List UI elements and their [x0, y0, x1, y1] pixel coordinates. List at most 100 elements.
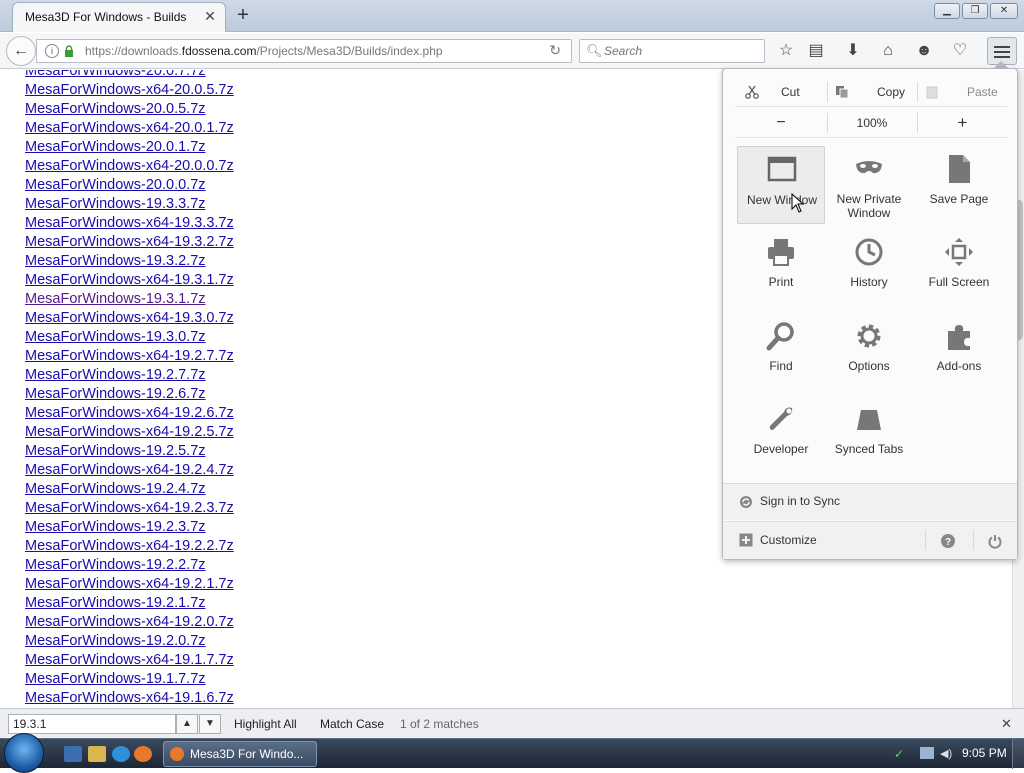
download-link[interactable]: MesaForWindows-x64-20.0.5.7z: [25, 81, 234, 100]
download-link[interactable]: MesaForWindows-x64-20.0.1.7z: [25, 119, 234, 138]
download-link[interactable]: MesaForWindows-x64-19.2.5.7z: [25, 423, 234, 442]
download-link[interactable]: MesaForWindows-x64-19.2.6.7z: [25, 404, 234, 423]
download-link[interactable]: MesaForWindows-x64-19.3.2.7z: [25, 233, 234, 252]
help-icon[interactable]: ?: [940, 533, 956, 549]
zoom-reset-button[interactable]: 100%: [828, 108, 916, 138]
menu-item-label: New Window: [746, 193, 818, 207]
download-link[interactable]: MesaForWindows-20.0.0.7z: [25, 176, 234, 195]
tab-close-icon[interactable]: ✕: [203, 9, 217, 23]
bookmark-star-icon[interactable]: ☆: [776, 41, 796, 61]
download-link[interactable]: MesaForWindows-19.3.0.7z: [25, 328, 234, 347]
download-link[interactable]: MesaForWindows-x64-19.3.1.7z: [25, 271, 234, 290]
tab-mesa3d[interactable]: Mesa3D For Windows - Builds ✕: [12, 2, 226, 32]
url-text[interactable]: https://downloads.fdossena.com/Projects/…: [85, 44, 443, 58]
windows-taskbar: Mesa3D For Windo... ✓ ◀) 9:05 PM: [0, 733, 1024, 773]
download-link[interactable]: MesaForWindows-20.0.1.7z: [25, 138, 234, 157]
menu-item-history[interactable]: History: [825, 229, 913, 307]
download-link[interactable]: MesaForWindows-x64-19.2.0.7z: [25, 613, 234, 632]
download-link[interactable]: MesaForWindows-19.2.3.7z: [25, 518, 234, 537]
back-button[interactable]: ←: [6, 36, 36, 66]
puzzle-icon: [948, 325, 970, 350]
info-icon[interactable]: i: [45, 44, 59, 58]
download-link[interactable]: MesaForWindows-x64-19.3.0.7z: [25, 309, 234, 328]
download-link[interactable]: MesaForWindows-x64-19.2.1.7z: [25, 575, 234, 594]
find-next-button[interactable]: ▼: [199, 714, 221, 734]
tab-strip: Mesa3D For Windows - Builds ✕ + ▁ ❐ ✕: [0, 0, 1024, 32]
system-clock[interactable]: 9:05 PM: [962, 746, 1007, 760]
gear-icon: [857, 324, 881, 348]
download-link[interactable]: MesaForWindows-x64-19.1.6.7z: [25, 689, 234, 708]
download-link[interactable]: MesaForWindows-19.1.7.7z: [25, 670, 234, 689]
download-link[interactable]: MesaForWindows-x64-19.2.3.7z: [25, 499, 234, 518]
match-case-toggle[interactable]: Match Case: [320, 717, 384, 731]
search-input[interactable]: [604, 43, 754, 59]
hello-icon[interactable]: ☻: [914, 41, 934, 61]
window-close-button[interactable]: ✕: [990, 3, 1018, 19]
zoom-in-button[interactable]: +: [918, 108, 1007, 138]
explorer-icon[interactable]: [88, 746, 106, 762]
volume-icon[interactable]: ◀): [940, 747, 954, 760]
network-icon[interactable]: [920, 747, 934, 759]
copy-icon: [836, 86, 849, 99]
find-input[interactable]: [8, 714, 176, 734]
cut-button[interactable]: Cut: [781, 77, 800, 107]
sign-in-to-sync-button[interactable]: Sign in to Sync: [723, 484, 1017, 520]
download-link[interactable]: MesaForWindows-19.2.6.7z: [25, 385, 234, 404]
download-link[interactable]: MesaForWindows-x64-19.2.7.7z: [25, 347, 234, 366]
new-tab-button[interactable]: +: [233, 5, 253, 25]
menu-item-options[interactable]: Options: [825, 313, 913, 391]
download-link[interactable]: MesaForWindows-19.2.5.7z: [25, 442, 234, 461]
customize-button[interactable]: Customize: [723, 522, 923, 559]
find-bar: ▲ ▼ Highlight All Match Case 1 of 2 matc…: [0, 708, 1024, 738]
download-link[interactable]: MesaForWindows-x64-19.2.4.7z: [25, 461, 234, 480]
download-link[interactable]: MesaForWindows-19.3.3.7z: [25, 195, 234, 214]
url-bar[interactable]: i https://downloads.fdossena.com/Project…: [36, 39, 572, 63]
show-desktop-button[interactable]: [1012, 739, 1024, 769]
download-link[interactable]: MesaForWindows-x64-20.0.0.7z: [25, 157, 234, 176]
show-desktop-quick-icon[interactable]: [64, 746, 82, 762]
taskbar-firefox-window[interactable]: Mesa3D For Windo...: [163, 741, 317, 767]
paste-button[interactable]: Paste: [967, 77, 998, 107]
download-link[interactable]: MesaForWindows-19.2.2.7z: [25, 556, 234, 575]
menu-item-print[interactable]: Print: [737, 229, 825, 307]
start-button[interactable]: [4, 733, 44, 773]
download-link[interactable]: MesaForWindows-19.2.7.7z: [25, 366, 234, 385]
download-link[interactable]: MesaForWindows-x64-19.2.2.7z: [25, 537, 234, 556]
download-link[interactable]: MesaForWindows-20.0.7.7z: [25, 70, 234, 81]
window-restore-button[interactable]: ❐: [962, 3, 988, 19]
copy-button[interactable]: Copy: [877, 77, 905, 107]
internet-explorer-icon[interactable]: [112, 746, 130, 762]
download-link[interactable]: MesaForWindows-19.3.2.7z: [25, 252, 234, 271]
find-previous-button[interactable]: ▲: [176, 714, 198, 734]
menu-item-new-private-window[interactable]: New Private Window: [825, 146, 913, 224]
bookmarks-list-icon[interactable]: ▤: [806, 41, 826, 61]
download-link[interactable]: MesaForWindows-x64-19.1.7.7z: [25, 651, 234, 670]
menu-item-developer[interactable]: Developer: [737, 396, 825, 474]
find-close-icon[interactable]: ✕: [1001, 716, 1012, 732]
menu-item-find[interactable]: Find: [737, 313, 825, 391]
window-minimize-button[interactable]: ▁: [934, 3, 960, 19]
menu-item-full-screen[interactable]: Full Screen: [915, 229, 1003, 307]
menu-item-synced-tabs[interactable]: Synced Tabs: [825, 396, 913, 474]
menu-item-add-ons[interactable]: Add-ons: [915, 313, 1003, 391]
pocket-icon[interactable]: ♡: [950, 41, 970, 61]
menu-item-save-page[interactable]: Save Page: [915, 146, 1003, 224]
firefox-quicklaunch-icon[interactable]: [134, 746, 152, 762]
download-link[interactable]: MesaForWindows-x64-19.3.3.7z: [25, 214, 234, 233]
menu-item-new-window[interactable]: New Window: [737, 146, 825, 224]
tray-check-icon[interactable]: ✓: [894, 747, 908, 761]
highlight-all-toggle[interactable]: Highlight All: [234, 717, 297, 731]
sign-in-label: Sign in to Sync: [760, 494, 841, 508]
download-link[interactable]: MesaForWindows-19.2.4.7z: [25, 480, 234, 499]
download-link[interactable]: MesaForWindows-19.3.1.7z: [25, 290, 234, 309]
download-link[interactable]: MesaForWindows-19.2.0.7z: [25, 632, 234, 651]
download-link[interactable]: MesaForWindows-20.0.5.7z: [25, 100, 234, 119]
chevron-down-icon: ▼: [205, 718, 215, 729]
quit-power-icon[interactable]: [987, 533, 1003, 549]
download-link[interactable]: MesaForWindows-19.2.1.7z: [25, 594, 234, 613]
home-icon[interactable]: ⌂: [878, 41, 898, 61]
downloads-icon[interactable]: ⬇: [843, 41, 863, 61]
reload-icon[interactable]: ↻: [549, 42, 561, 59]
search-bar[interactable]: 🔍︎: [579, 39, 765, 63]
zoom-out-button[interactable]: −: [735, 108, 827, 138]
